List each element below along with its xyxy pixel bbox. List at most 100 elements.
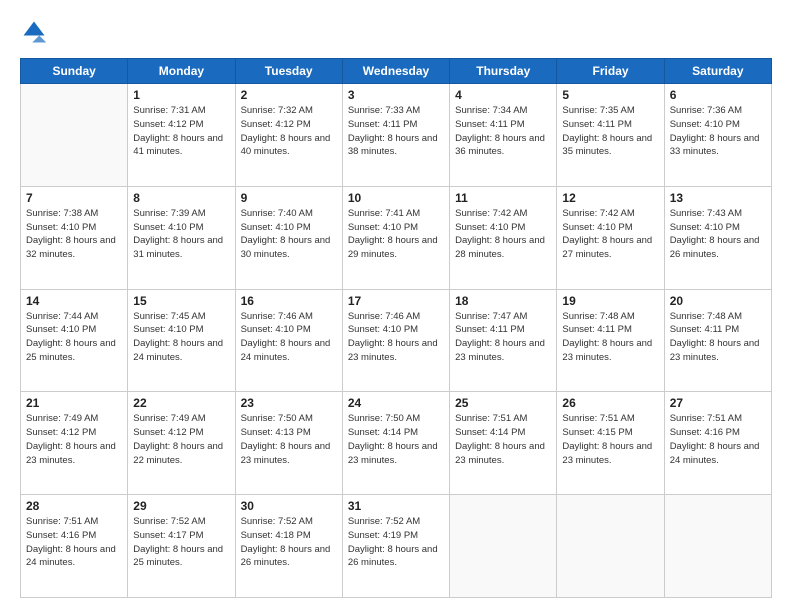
calendar-cell: 14 Sunrise: 7:44 AMSunset: 4:10 PMDayligh… <box>21 289 128 392</box>
day-number: 23 <box>241 396 337 410</box>
sun-info: Sunrise: 7:46 AMSunset: 4:10 PMDaylight:… <box>241 310 337 365</box>
sun-info: Sunrise: 7:50 AMSunset: 4:14 PMDaylight:… <box>348 412 444 467</box>
day-number: 6 <box>670 88 766 102</box>
sun-info: Sunrise: 7:52 AMSunset: 4:18 PMDaylight:… <box>241 515 337 570</box>
day-number: 14 <box>26 294 122 308</box>
calendar-cell: 1 Sunrise: 7:31 AMSunset: 4:12 PMDaylight… <box>128 84 235 187</box>
sun-info: Sunrise: 7:52 AMSunset: 4:17 PMDaylight:… <box>133 515 229 570</box>
calendar-week-row: 21Sunrise: 7:49 AMSunset: 4:12 PMDayligh… <box>21 392 772 495</box>
calendar-cell: 23 Sunrise: 7:50 AMSunset: 4:13 PMDayligh… <box>235 392 342 495</box>
calendar-table: SundayMondayTuesdayWednesdayThursdayFrid… <box>20 58 772 598</box>
day-of-week-header: Thursday <box>450 59 557 84</box>
calendar-header-row: SundayMondayTuesdayWednesdayThursdayFrid… <box>21 59 772 84</box>
day-number: 29 <box>133 499 229 513</box>
calendar-cell: 7 Sunrise: 7:38 AMSunset: 4:10 PMDaylight… <box>21 186 128 289</box>
calendar-cell: 22 Sunrise: 7:49 AMSunset: 4:12 PMDayligh… <box>128 392 235 495</box>
day-number: 17 <box>348 294 444 308</box>
day-number: 13 <box>670 191 766 205</box>
calendar-week-row: 28 Sunrise: 7:51 AMSunset: 4:16 PMDayligh… <box>21 495 772 598</box>
day-number: 9 <box>241 191 337 205</box>
sun-info: Sunrise: 7:51 AMSunset: 4:14 PMDaylight:… <box>455 412 551 467</box>
day-number: 22 <box>133 396 229 410</box>
day-of-week-header: Saturday <box>664 59 771 84</box>
calendar-cell: 2Sunrise: 7:32 AMSunset: 4:12 PMDaylight… <box>235 84 342 187</box>
day-number: 1 <box>133 88 229 102</box>
day-number: 4 <box>455 88 551 102</box>
sun-info: Sunrise: 7:44 AMSunset: 4:10 PMDaylight:… <box>26 310 122 365</box>
calendar-cell: 25 Sunrise: 7:51 AMSunset: 4:14 PMDayligh… <box>450 392 557 495</box>
calendar-cell: 24 Sunrise: 7:50 AMSunset: 4:14 PMDayligh… <box>342 392 449 495</box>
calendar-cell: 3 Sunrise: 7:33 AMSunset: 4:11 PMDaylight… <box>342 84 449 187</box>
day-of-week-header: Wednesday <box>342 59 449 84</box>
page: SundayMondayTuesdayWednesdayThursdayFrid… <box>0 0 792 612</box>
day-number: 10 <box>348 191 444 205</box>
logo-icon <box>20 18 48 46</box>
day-number: 28 <box>26 499 122 513</box>
calendar-cell <box>21 84 128 187</box>
day-number: 16 <box>241 294 337 308</box>
sun-info: Sunrise: 7:43 AMSunset: 4:10 PMDaylight:… <box>670 207 766 262</box>
sun-info: Sunrise: 7:35 AMSunset: 4:11 PMDaylight:… <box>562 104 658 159</box>
day-number: 27 <box>670 396 766 410</box>
calendar-cell: 12Sunrise: 7:42 AMSunset: 4:10 PMDayligh… <box>557 186 664 289</box>
sun-info: Sunrise: 7:33 AMSunset: 4:11 PMDaylight:… <box>348 104 444 159</box>
calendar-cell <box>557 495 664 598</box>
day-number: 30 <box>241 499 337 513</box>
sun-info: Sunrise: 7:51 AMSunset: 4:16 PMDaylight:… <box>26 515 122 570</box>
sun-info: Sunrise: 7:51 AMSunset: 4:16 PMDaylight:… <box>670 412 766 467</box>
sun-info: Sunrise: 7:51 AMSunset: 4:15 PMDaylight:… <box>562 412 658 467</box>
day-number: 12 <box>562 191 658 205</box>
calendar-cell <box>664 495 771 598</box>
calendar-cell: 8 Sunrise: 7:39 AMSunset: 4:10 PMDaylight… <box>128 186 235 289</box>
day-number: 26 <box>562 396 658 410</box>
sun-info: Sunrise: 7:52 AMSunset: 4:19 PMDaylight:… <box>348 515 444 570</box>
calendar-week-row: 1 Sunrise: 7:31 AMSunset: 4:12 PMDaylight… <box>21 84 772 187</box>
calendar-week-row: 7 Sunrise: 7:38 AMSunset: 4:10 PMDaylight… <box>21 186 772 289</box>
sun-info: Sunrise: 7:36 AMSunset: 4:10 PMDaylight:… <box>670 104 766 159</box>
sun-info: Sunrise: 7:49 AMSunset: 4:12 PMDaylight:… <box>133 412 229 467</box>
sun-info: Sunrise: 7:48 AMSunset: 4:11 PMDaylight:… <box>562 310 658 365</box>
day-of-week-header: Tuesday <box>235 59 342 84</box>
day-number: 8 <box>133 191 229 205</box>
sun-info: Sunrise: 7:49 AMSunset: 4:12 PMDaylight:… <box>26 412 122 467</box>
calendar-cell: 16 Sunrise: 7:46 AMSunset: 4:10 PMDayligh… <box>235 289 342 392</box>
day-number: 7 <box>26 191 122 205</box>
calendar-body: 1 Sunrise: 7:31 AMSunset: 4:12 PMDaylight… <box>21 84 772 598</box>
calendar-week-row: 14 Sunrise: 7:44 AMSunset: 4:10 PMDayligh… <box>21 289 772 392</box>
day-number: 5 <box>562 88 658 102</box>
day-number: 25 <box>455 396 551 410</box>
calendar-cell: 9 Sunrise: 7:40 AMSunset: 4:10 PMDaylight… <box>235 186 342 289</box>
calendar-cell: 4 Sunrise: 7:34 AMSunset: 4:11 PMDaylight… <box>450 84 557 187</box>
sun-info: Sunrise: 7:41 AMSunset: 4:10 PMDaylight:… <box>348 207 444 262</box>
calendar-cell: 27 Sunrise: 7:51 AMSunset: 4:16 PMDayligh… <box>664 392 771 495</box>
calendar-cell: 17Sunrise: 7:46 AMSunset: 4:10 PMDayligh… <box>342 289 449 392</box>
logo <box>20 18 52 46</box>
calendar-cell: 31 Sunrise: 7:52 AMSunset: 4:19 PMDayligh… <box>342 495 449 598</box>
calendar-cell: 6 Sunrise: 7:36 AMSunset: 4:10 PMDaylight… <box>664 84 771 187</box>
sun-info: Sunrise: 7:31 AMSunset: 4:12 PMDaylight:… <box>133 104 229 159</box>
calendar-cell <box>450 495 557 598</box>
day-number: 15 <box>133 294 229 308</box>
calendar-cell: 15 Sunrise: 7:45 AMSunset: 4:10 PMDayligh… <box>128 289 235 392</box>
sun-info: Sunrise: 7:39 AMSunset: 4:10 PMDaylight:… <box>133 207 229 262</box>
calendar-cell: 20Sunrise: 7:48 AMSunset: 4:11 PMDayligh… <box>664 289 771 392</box>
day-number: 11 <box>455 191 551 205</box>
day-number: 3 <box>348 88 444 102</box>
calendar-cell: 26 Sunrise: 7:51 AMSunset: 4:15 PMDayligh… <box>557 392 664 495</box>
day-number: 31 <box>348 499 444 513</box>
header <box>20 18 772 46</box>
sun-info: Sunrise: 7:40 AMSunset: 4:10 PMDaylight:… <box>241 207 337 262</box>
calendar-cell: 29 Sunrise: 7:52 AMSunset: 4:17 PMDayligh… <box>128 495 235 598</box>
day-number: 19 <box>562 294 658 308</box>
day-number: 20 <box>670 294 766 308</box>
day-number: 2 <box>241 88 337 102</box>
sun-info: Sunrise: 7:45 AMSunset: 4:10 PMDaylight:… <box>133 310 229 365</box>
calendar-cell: 5 Sunrise: 7:35 AMSunset: 4:11 PMDaylight… <box>557 84 664 187</box>
sun-info: Sunrise: 7:42 AMSunset: 4:10 PMDaylight:… <box>455 207 551 262</box>
sun-info: Sunrise: 7:38 AMSunset: 4:10 PMDaylight:… <box>26 207 122 262</box>
sun-info: Sunrise: 7:34 AMSunset: 4:11 PMDaylight:… <box>455 104 551 159</box>
day-number: 24 <box>348 396 444 410</box>
sun-info: Sunrise: 7:50 AMSunset: 4:13 PMDaylight:… <box>241 412 337 467</box>
calendar-cell: 30 Sunrise: 7:52 AMSunset: 4:18 PMDayligh… <box>235 495 342 598</box>
calendar-cell: 11 Sunrise: 7:42 AMSunset: 4:10 PMDayligh… <box>450 186 557 289</box>
